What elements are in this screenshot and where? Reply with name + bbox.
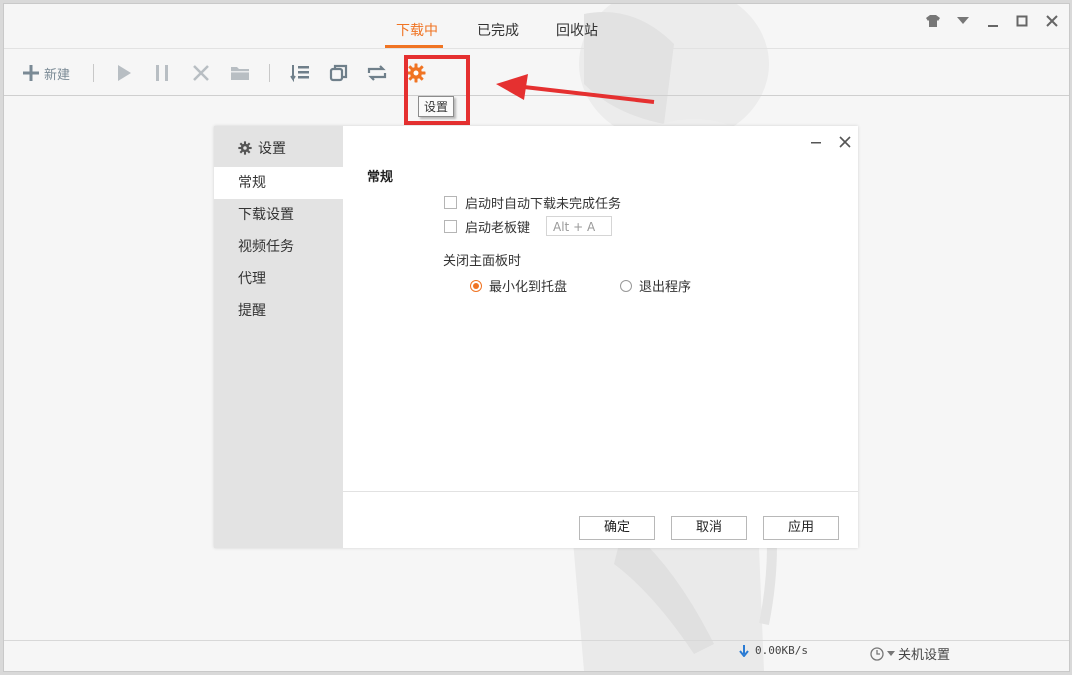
- boss-key-label: 启动老板键: [465, 220, 531, 236]
- radio-exit[interactable]: [620, 279, 632, 292]
- divider: [4, 48, 1069, 49]
- shutdown-label: 关机设置: [898, 648, 951, 663]
- divider: [4, 640, 1069, 641]
- skin-icon[interactable]: [924, 12, 942, 30]
- radio-minimize[interactable]: [470, 279, 482, 292]
- sidebar-item-proxy[interactable]: 代理: [214, 263, 343, 295]
- maximize-icon[interactable]: [1013, 12, 1031, 30]
- toolbar-separator: [93, 64, 94, 82]
- sidebar-item-video-tasks[interactable]: 视频任务: [214, 231, 343, 263]
- dialog-title: 设置: [238, 138, 286, 158]
- refresh-icon[interactable]: [367, 62, 387, 84]
- tab-downloading[interactable]: 下载中: [396, 20, 438, 40]
- dialog-close-icon[interactable]: [837, 134, 853, 150]
- shutdown-settings-button[interactable]: 关机设置: [870, 644, 950, 663]
- auto-download-checkbox[interactable]: [444, 196, 457, 209]
- app-window: 下载中 已完成 回收站 新建 设置 设置 常规 下载设置 视频任务 代理 提醒 …: [3, 3, 1070, 672]
- plus-icon: [23, 65, 39, 81]
- ok-button[interactable]: 确定: [579, 516, 655, 540]
- close-panel-label: 关闭主面板时: [443, 254, 522, 269]
- arrow-annotation: [496, 74, 655, 104]
- divider: [343, 491, 858, 492]
- close-icon[interactable]: [1043, 12, 1061, 30]
- folder-icon[interactable]: [230, 62, 250, 84]
- auto-download-option: 启动时自动下载未完成任务: [444, 193, 621, 212]
- toolbar-separator: [269, 64, 270, 82]
- play-icon[interactable]: [115, 62, 133, 84]
- dialog-minimize-icon[interactable]: [808, 134, 824, 150]
- new-task-button[interactable]: 新建: [22, 62, 70, 84]
- radio-minimize-label: 最小化到托盘: [489, 280, 568, 295]
- boss-key-hotkey-field[interactable]: Alt + A: [546, 216, 613, 236]
- auto-download-label: 启动时自动下载未完成任务: [465, 197, 622, 212]
- sidebar-item-reminder[interactable]: 提醒: [214, 295, 343, 327]
- boss-key-checkbox[interactable]: [444, 219, 457, 233]
- minimize-icon[interactable]: [984, 12, 1002, 30]
- settings-tooltip: 设置: [418, 96, 455, 117]
- tab-bar: 下载中 已完成 回收站: [4, 4, 1069, 50]
- gear-icon: [238, 141, 252, 155]
- radio-minimize-option[interactable]: 最小化到托盘: [470, 276, 567, 295]
- sidebar-item-general[interactable]: 常规: [214, 167, 343, 199]
- radio-exit-label: 退出程序: [639, 280, 692, 295]
- tab-completed[interactable]: 已完成: [477, 20, 519, 40]
- radio-exit-option[interactable]: 退出程序: [620, 276, 691, 295]
- boss-key-option: 启动老板键 Alt + A: [444, 216, 613, 236]
- section-title: 常规: [367, 170, 394, 185]
- delete-icon[interactable]: [192, 62, 210, 84]
- speed-value: 0.00KB/s: [755, 644, 808, 657]
- cancel-button[interactable]: 取消: [671, 516, 747, 540]
- download-arrow-icon: [739, 644, 749, 657]
- tab-recycle-bin[interactable]: 回收站: [556, 20, 598, 40]
- copy-icon[interactable]: [329, 62, 349, 84]
- dialog-title-label: 设置: [258, 141, 286, 157]
- chevron-down-icon: [887, 650, 895, 656]
- apply-button[interactable]: 应用: [763, 516, 839, 540]
- pause-icon[interactable]: [153, 62, 171, 84]
- settings-dialog: 设置 常规 下载设置 视频任务 代理 提醒 常规 启动时自动下载未完成任务 启动…: [214, 126, 858, 548]
- new-task-label: 新建: [44, 67, 71, 83]
- download-speed: 0.00KB/s: [739, 644, 808, 657]
- clock-icon: [870, 646, 884, 661]
- menu-icon[interactable]: [954, 12, 972, 30]
- list-icon[interactable]: [290, 62, 310, 84]
- settings-sidebar: 设置 常规 下载设置 视频任务 代理 提醒: [214, 126, 343, 548]
- sidebar-item-download-settings[interactable]: 下载设置: [214, 199, 343, 231]
